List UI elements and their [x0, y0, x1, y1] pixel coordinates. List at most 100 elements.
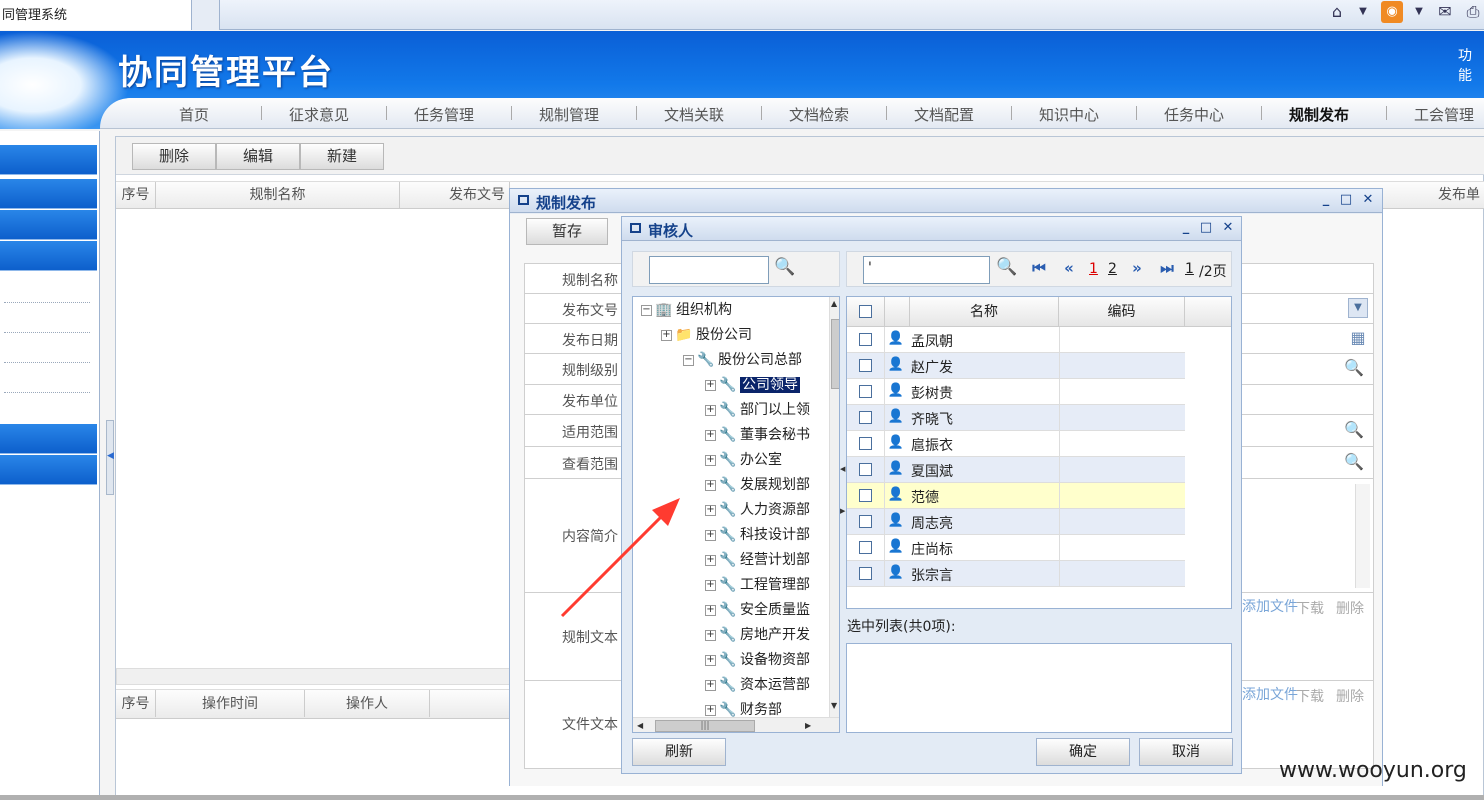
row-checkbox[interactable]	[859, 437, 872, 450]
print-icon[interactable]: ⎙	[1462, 1, 1484, 23]
nav-item-regulation-mgmt[interactable]: 规制管理	[507, 104, 631, 125]
col-log-index[interactable]: 序号	[116, 690, 156, 717]
last-page-icon[interactable]: ⏭	[1157, 258, 1177, 278]
expand-icon[interactable]: +	[705, 654, 716, 666]
expand-icon[interactable]: +	[705, 479, 716, 491]
tree-node[interactable]: − 🏢 组织机构	[633, 299, 829, 324]
tree-hscroll-thumb[interactable]: |||	[655, 720, 755, 732]
nav-item-tasks[interactable]: 任务管理	[382, 104, 506, 125]
table-row[interactable]: 👤 赵广发	[847, 353, 1185, 379]
expand-icon[interactable]: +	[705, 454, 716, 466]
expand-icon[interactable]: +	[705, 529, 716, 541]
reviewer-dialog-titlebar[interactable]: 审核人 _ □ ✕	[622, 217, 1241, 241]
expand-icon[interactable]: +	[661, 329, 672, 341]
col-index[interactable]: 序号	[116, 182, 156, 209]
table-row[interactable]: 👤 孟凤朝	[847, 327, 1185, 353]
selected-list[interactable]	[846, 643, 1232, 733]
col-doc-number[interactable]: 发布文号	[400, 182, 510, 209]
sidebar-item[interactable]	[0, 241, 97, 271]
row-checkbox[interactable]	[859, 411, 872, 424]
chevron-down-icon[interactable]: ▼	[1408, 1, 1430, 23]
table-row[interactable]: 👤 夏国斌	[847, 457, 1185, 483]
col-log-time[interactable]: 操作时间	[156, 690, 305, 717]
nav-item-regulation-release[interactable]: 规制发布	[1257, 104, 1381, 125]
nav-item-union[interactable]: 工会管理	[1382, 104, 1484, 125]
add-file-link[interactable]: 添加文件	[1242, 596, 1298, 616]
close-icon[interactable]: ✕	[1220, 220, 1236, 236]
row-checkbox[interactable]	[859, 515, 872, 528]
search-icon[interactable]: 🔍	[1344, 420, 1364, 440]
tree-vertical-scrollbar[interactable]: ▲ ▼	[829, 297, 839, 717]
sidebar-item[interactable]	[0, 145, 97, 175]
table-row[interactable]: 👤 张宗言	[847, 561, 1185, 587]
col-log-operator[interactable]: 操作人	[305, 690, 430, 717]
tree-scroll-thumb[interactable]	[831, 319, 839, 389]
nav-item-doc-link[interactable]: 文档关联	[632, 104, 756, 125]
search-icon[interactable]: 🔍	[1344, 358, 1364, 378]
tree-horizontal-scrollbar[interactable]: ◀ ||| ▶	[633, 717, 839, 732]
rss-icon[interactable]: ◉	[1381, 1, 1403, 23]
tree-node[interactable]: + 🔧 设备物资部	[633, 649, 829, 674]
row-checkbox[interactable]	[859, 489, 872, 502]
triangle-down-icon[interactable]: ▼	[831, 701, 837, 710]
nav-item-task-center[interactable]: 任务中心	[1132, 104, 1256, 125]
save-draft-button[interactable]: 暂存	[526, 218, 608, 245]
confirm-button[interactable]: 确定	[1036, 738, 1130, 766]
nav-item-opinions[interactable]: 征求意见	[257, 104, 381, 125]
delete-button[interactable]: 删除	[132, 143, 216, 170]
collapse-icon[interactable]: −	[641, 304, 652, 316]
refresh-button[interactable]: 刷新	[632, 738, 726, 766]
expand-icon[interactable]: +	[705, 404, 716, 416]
home-icon[interactable]: ⌂	[1326, 1, 1348, 23]
close-icon[interactable]: ✕	[1360, 192, 1376, 208]
expand-icon[interactable]: +	[705, 604, 716, 616]
expand-icon[interactable]: +	[705, 554, 716, 566]
sidebar-item[interactable]	[0, 179, 97, 209]
download-link[interactable]: 下载	[1296, 598, 1324, 618]
dropdown-toggle[interactable]: ▼	[1348, 298, 1368, 318]
expand-icon[interactable]: +	[705, 679, 716, 691]
row-checkbox[interactable]	[859, 463, 872, 476]
search-icon[interactable]: 🔍	[995, 257, 1019, 281]
tree-search-input[interactable]	[649, 256, 769, 284]
prev-page-icon[interactable]: «	[1059, 258, 1079, 278]
table-row[interactable]: 👤 范德	[847, 483, 1185, 509]
sidebar-item[interactable]	[0, 210, 97, 240]
function-link[interactable]: 功能	[1458, 45, 1484, 85]
minimize-icon[interactable]: _	[1318, 192, 1334, 208]
triangle-up-icon[interactable]: ▲	[831, 299, 837, 308]
mail-icon[interactable]: ✉	[1434, 1, 1456, 23]
expand-icon[interactable]: +	[705, 504, 716, 516]
nav-item-home[interactable]: 首页	[132, 104, 256, 125]
row-checkbox[interactable]	[859, 541, 872, 554]
expand-icon[interactable]: +	[705, 379, 716, 391]
download-link[interactable]: 下载	[1296, 686, 1324, 706]
col-code[interactable]: 编码	[1059, 297, 1185, 327]
page-link-1[interactable]: 1	[1089, 261, 1098, 277]
expand-icon[interactable]: +	[705, 429, 716, 441]
table-row[interactable]: 👤 齐晓飞	[847, 405, 1185, 431]
search-icon[interactable]: 🔍	[773, 257, 797, 281]
minimize-icon[interactable]: _	[1178, 220, 1194, 236]
row-checkbox[interactable]	[859, 333, 872, 346]
nav-item-doc-config[interactable]: 文档配置	[882, 104, 1006, 125]
sidebar-collapse-handle[interactable]: ◀	[106, 420, 114, 495]
tree-splitter[interactable]: ◀ ▶	[840, 457, 845, 527]
delete-link[interactable]: 删除	[1336, 598, 1364, 618]
new-tab-button[interactable]	[192, 0, 220, 30]
table-row[interactable]: 👤 彭树贵	[847, 379, 1185, 405]
summary-scrollbar[interactable]	[1355, 484, 1370, 588]
sidebar-item[interactable]	[0, 424, 97, 454]
tree-node[interactable]: + 📁 股份公司	[633, 324, 829, 349]
triangle-right-icon[interactable]: ▶	[805, 721, 811, 730]
row-checkbox[interactable]	[859, 567, 872, 580]
search-icon[interactable]: 🔍	[1344, 452, 1364, 472]
next-page-icon[interactable]: »	[1127, 258, 1147, 278]
tree-node[interactable]: + 🔧 部门以上领	[633, 399, 829, 424]
page-link-2[interactable]: 2	[1108, 261, 1117, 277]
cancel-button[interactable]: 取消	[1139, 738, 1233, 766]
tree-node[interactable]: + 🔧 董事会秘书	[633, 424, 829, 449]
col-name[interactable]: 名称	[909, 297, 1059, 327]
nav-item-knowledge[interactable]: 知识中心	[1007, 104, 1131, 125]
row-checkbox[interactable]	[859, 385, 872, 398]
